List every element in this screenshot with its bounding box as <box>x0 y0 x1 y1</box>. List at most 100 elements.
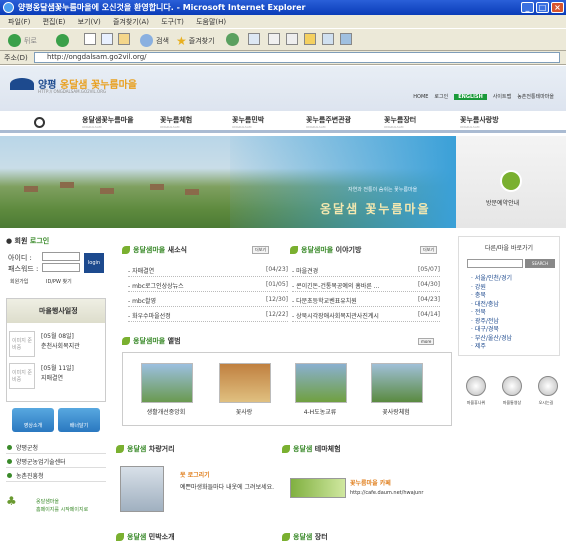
album-photo[interactable] <box>141 363 193 403</box>
region-search-input[interactable] <box>467 259 523 268</box>
refresh-icon[interactable] <box>101 33 113 45</box>
nav-homestay[interactable]: 꽃누름민박 ONGDALSAM <box>232 115 264 129</box>
album-more-button[interactable]: more <box>418 338 435 345</box>
favorites-label: 즐겨찾기 <box>188 36 215 45</box>
login-title: ● 회원 로그인 <box>6 237 50 245</box>
minimize-button[interactable]: _ <box>521 2 534 13</box>
url-field[interactable]: http://ongdalsam.go2vil.org/ <box>34 52 560 63</box>
visit-reservation-panel[interactable]: 방문예약안내 <box>456 136 566 228</box>
region-item[interactable]: · 부산/울산/경남 <box>471 335 512 344</box>
nav-market[interactable]: 꽃누름장터 ONGDALSAM <box>384 115 416 129</box>
region-box: 다른/마을 바로가기 SEARCH · 서울/인천/경기 · 강원 · 충북 ·… <box>458 236 560 356</box>
region-item[interactable]: · 대구/경북 <box>471 326 512 335</box>
region-item[interactable]: · 제주 <box>471 343 512 352</box>
album-photo[interactable] <box>295 363 347 403</box>
back-button[interactable]: 뒤로 <box>8 33 37 48</box>
home-nav-icon[interactable] <box>34 117 45 128</box>
sitemap-link[interactable]: 사이트맵 <box>493 93 511 100</box>
home-link[interactable]: HOME <box>413 94 428 100</box>
story-item[interactable]: - 다문초등학교벤표유치원 [04/23] <box>292 292 440 307</box>
search-button[interactable]: 검색 <box>140 33 169 48</box>
story-item[interactable]: - 콘이긴돈-건통목공예의 흠바른 ... [04/30] <box>292 277 440 292</box>
nav-village[interactable]: 옹달샘꽃누름마을 ONGDALSAM <box>82 115 134 129</box>
nav-community[interactable]: 꽃누름사랑방 ONGDALSAM <box>460 115 499 129</box>
menu-file[interactable]: 파일(F) <box>8 18 30 26</box>
nav-tourism[interactable]: 꽃누름주변관광 ONGDALSAM <box>306 115 351 129</box>
related-links: 양평군청 양평군농업기술센터 농촌진흥청 <box>6 440 106 482</box>
stop-icon[interactable] <box>84 33 96 45</box>
banner-button[interactable]: 배너달기 <box>58 408 100 432</box>
english-link[interactable]: ENGLISH <box>454 93 487 100</box>
top-links: HOME 로그인 ENGLISH 사이트맵 농촌전통테마마을 <box>413 93 554 100</box>
home-icon[interactable] <box>118 33 130 45</box>
print-icon[interactable] <box>268 33 280 45</box>
nav-experience[interactable]: 꽃누름체험 ONGDALSAM <box>160 115 192 129</box>
url-text: http://ongdalsam.go2vil.org/ <box>47 53 147 61</box>
folder-icon[interactable] <box>304 33 316 45</box>
village-video-icon[interactable] <box>502 376 522 396</box>
leaf-icon <box>282 533 290 541</box>
schedule-item[interactable]: 이미지 준비중 [05월 11일] 지매결연 <box>9 363 105 393</box>
menu-tools[interactable]: 도구(T) <box>161 18 184 26</box>
id-label: 아이디 : <box>8 254 32 262</box>
main-nav: 옹달샘꽃누름마을 ONGDALSAM 꽃누름체험 ONGDALSAM 꽃누름민박 ON… <box>0 111 566 133</box>
maximize-button[interactable]: □ <box>536 2 549 13</box>
window-title: 양평옹달샘꽃누름마을에 오신것을 환영합니다. - Microsoft Inte… <box>18 3 306 12</box>
edit-icon[interactable] <box>286 33 298 45</box>
menu-help[interactable]: 도움말(H) <box>196 18 226 26</box>
album-photo[interactable] <box>219 363 271 403</box>
set-homepage-promo[interactable]: ♣ 옹달샘마을 홈페이지를 시작페이지로 <box>6 490 106 520</box>
login-button[interactable]: login <box>84 253 104 273</box>
region-search-button[interactable]: SEARCH <box>525 259 555 268</box>
forward-button[interactable] <box>56 33 69 48</box>
schedule-item[interactable]: 이미지 준비중 [05월 08일] 춘천사회복지관 <box>9 331 105 361</box>
menu-edit[interactable]: 편집(E) <box>43 18 66 26</box>
login-link[interactable]: 로그인 <box>434 93 448 100</box>
pw-input[interactable] <box>42 263 80 272</box>
region-item[interactable]: · 서울/인천/경기 <box>471 275 512 284</box>
news-title: 옹달샘마을 새소식 <box>122 245 187 255</box>
favorites-button[interactable]: ★ 즐겨찾기 <box>176 33 215 48</box>
road-photo[interactable] <box>120 466 164 512</box>
village-rest-icon[interactable] <box>466 376 486 396</box>
news-more-button[interactable]: 더보기 <box>252 246 270 254</box>
region-list: · 서울/인천/경기 · 강원 · 충북 · 대전/충남 · 전북 · 광주/전… <box>471 275 512 352</box>
region-item[interactable]: · 충북 <box>471 292 512 301</box>
region-item[interactable]: · 대전/충남 <box>471 301 512 310</box>
id-input[interactable] <box>42 252 80 261</box>
news-item[interactable]: - 화우수마을선정 [12/22] <box>128 307 288 322</box>
story-more-button[interactable]: 더보기 <box>420 246 438 254</box>
cafe-banner[interactable] <box>290 478 346 498</box>
history-icon[interactable] <box>226 33 239 46</box>
region-item[interactable]: · 광주/전남 <box>471 318 512 327</box>
mail-icon[interactable] <box>248 33 260 45</box>
story-item[interactable]: - 상북시각장애사회복지관사진계시 [04/14] <box>292 307 440 322</box>
join-link[interactable]: 회원가입 <box>10 278 28 285</box>
cafe-url[interactable]: http://cafe.daum.net/hwajunr <box>350 490 446 496</box>
menu-view[interactable]: 보기(V) <box>78 18 101 26</box>
thumbs-up-icon <box>500 170 522 192</box>
directions-icon[interactable] <box>538 376 558 396</box>
region-title: 다른/마을 바로가기 <box>484 245 534 252</box>
research-icon[interactable] <box>340 33 352 45</box>
story-item[interactable]: - 마을견경 [05/07] <box>292 262 440 277</box>
link-county-office[interactable]: 양평군청 <box>6 440 106 454</box>
video-intro-button[interactable]: 영상소개 <box>12 408 54 432</box>
logo-url: HTTP:// ONGDALSAM.GO2VIL.ORG <box>38 89 107 94</box>
news-item[interactable]: - mbc로그인상상뉴스 [01/05] <box>128 277 288 292</box>
close-button[interactable]: × <box>551 2 564 13</box>
find-idpw-link[interactable]: ID/PW 찾기 <box>46 278 72 285</box>
menu-favorites[interactable]: 즐겨찾기(A) <box>113 18 149 26</box>
site-logo[interactable]: 양평 옹달샘 꽃누름마을 HTTP:// ONGDALSAM.GO2VIL.OR… <box>10 76 137 94</box>
album-photo[interactable] <box>371 363 423 403</box>
theme-village-link[interactable]: 농촌전통테마마을 <box>517 93 554 100</box>
news-item[interactable]: - mbc촬영 [12/30] <box>128 292 288 307</box>
link-agri-center[interactable]: 양평군농업기술센터 <box>6 454 106 468</box>
link-rda[interactable]: 농촌진흥청 <box>6 468 106 482</box>
news-item[interactable]: - 자매결연 [04/23] <box>128 262 288 277</box>
region-item[interactable]: · 강원 <box>471 284 512 293</box>
region-item[interactable]: · 전북 <box>471 309 512 318</box>
village-house-image <box>60 182 74 188</box>
promo-line1: 옹달샘마을 <box>36 499 60 505</box>
messenger-icon[interactable] <box>322 33 334 45</box>
